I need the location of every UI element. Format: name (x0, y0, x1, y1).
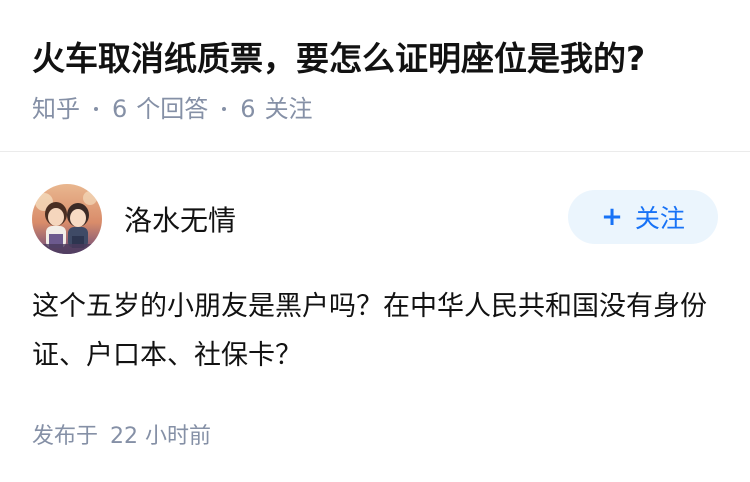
separator-dot (222, 107, 227, 111)
followers-count-number: 6 (240, 95, 256, 123)
separator-dot (94, 107, 98, 111)
avatar[interactable] (32, 184, 102, 254)
answer-time: 发布于 22 小时前 (32, 418, 718, 450)
answers-count-label: 个回答 (136, 95, 209, 123)
author-name[interactable]: 洛水无情 (124, 199, 568, 239)
published-time: 22 小时前 (110, 424, 212, 449)
followers-count-label: 关注 (264, 95, 313, 123)
question-title[interactable]: 火车取消纸质票，要怎么证明座位是我的? (32, 36, 718, 82)
author-row: 洛水无情 + 关注 (32, 184, 718, 254)
answer-card: 洛水无情 + 关注 这个五岁的小朋友是黑户吗？在中华人民共和国没有身份证、户口本… (0, 152, 750, 450)
plus-icon: + (601, 202, 623, 232)
avatar-image (32, 184, 102, 254)
question-meta: 知乎 6 个回答 6 关注 (32, 92, 718, 126)
answer-content[interactable]: 这个五岁的小朋友是黑户吗？在中华人民共和国没有身份证、户口本、社保卡？ (32, 282, 712, 380)
followers-count[interactable]: 6 关注 (240, 92, 312, 126)
published-label: 发布于 (32, 424, 99, 449)
question-header: 火车取消纸质票，要怎么证明座位是我的? 知乎 6 个回答 6 关注 (0, 0, 750, 152)
follow-button[interactable]: + 关注 (568, 190, 718, 244)
answers-count-number: 6 (112, 95, 128, 123)
follow-button-label: 关注 (634, 204, 685, 233)
page: 火车取消纸质票，要怎么证明座位是我的? 知乎 6 个回答 6 关注 洛水无情 +… (0, 0, 750, 482)
answers-count[interactable]: 6 个回答 (112, 92, 208, 126)
source-label[interactable]: 知乎 (32, 92, 80, 126)
